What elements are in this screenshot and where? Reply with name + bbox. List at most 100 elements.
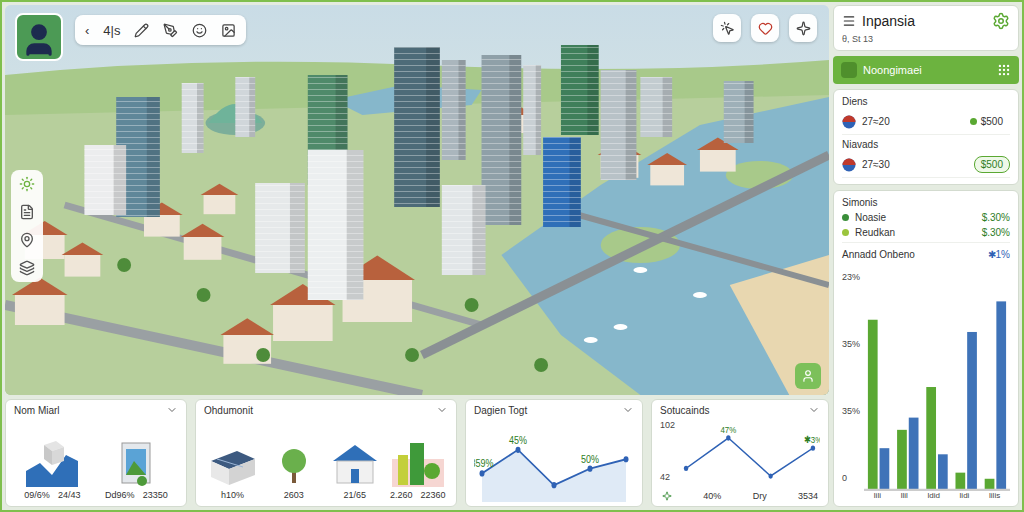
item-caption: h10% [221,490,244,500]
smile-icon[interactable] [192,23,207,38]
chart-point [588,466,593,472]
citizen-button[interactable] [795,363,821,389]
city-viewport[interactable]: ‹ 4|s [5,5,829,395]
game-screen: ‹4|sNom Miarl09/6%24/43Dd96%23350Ohdumon… [0,0,1024,512]
pin-icon[interactable] [19,232,35,248]
item-caption: Dd96% [105,490,135,500]
chart-point [811,445,815,450]
document-icon[interactable] [19,204,35,220]
chevron-icon[interactable] [808,404,820,416]
bottom-panels: Nom Miarl09/6%24/43Dd96%23350Ohdumonith1… [5,399,829,507]
bar-label: lili [874,491,881,500]
sidebar-subtitle: θ, St 13 [842,34,1010,44]
chart-bar [880,448,890,491]
axis-tick: 42 [660,472,675,482]
building-item[interactable]: Dd96%23350 [105,441,168,500]
stat-value: $.30% [982,227,1010,238]
pointer-button[interactable] [713,14,741,42]
stat-row[interactable]: Reudkan$.30% [842,227,1010,238]
footer-value: 3534 [798,491,818,501]
chart-bar [967,332,977,491]
chart-point [552,482,557,488]
sun-icon[interactable] [19,176,35,192]
footer-value: 40% [703,491,721,501]
building-item[interactable]: 21/65 [329,441,381,500]
chart-bar [909,418,919,491]
panel-icon[interactable] [842,14,856,28]
green-towers-icon [392,441,444,487]
city-scene[interactable] [5,5,829,395]
card-title: Sotucainds [660,405,709,416]
chart-point [624,456,629,462]
effects-button[interactable] [789,14,817,42]
toolbar-label: 4|s [103,23,120,38]
building-item[interactable]: 2603 [268,441,320,500]
layers-icon[interactable] [19,260,35,276]
chevron-icon[interactable] [622,404,634,416]
card-title: Dagien Togt [474,405,527,416]
axis-tick: 0 [842,473,860,483]
sidebar-banner[interactable]: Noongimaei [833,56,1019,84]
pointer-icon [720,21,735,36]
building-item[interactable]: 09/6% 24/43 [24,441,80,500]
summary-row: Annadd Onbeno✱1% [842,242,1010,264]
chart-bar [955,473,965,491]
bar-chart [864,268,1010,491]
flag-icon [842,158,856,172]
item-caption: 09/6% [24,490,50,500]
pencil-icon[interactable] [134,23,149,38]
chevron-icon[interactable] [436,404,448,416]
stats-panel: SimonisNoasie$.30%Reudkan$.30%Annadd Onb… [833,190,1019,507]
building-card[interactable]: Ohdumonith10%260321/652.26022360 [195,399,457,507]
item-sub: 24/43 [58,490,81,500]
bar-label: llil [901,491,908,500]
leaf-icon [662,491,672,501]
grid-icon[interactable] [997,63,1011,77]
badge-icon [841,62,857,78]
building-item[interactable]: 2.26022360 [390,441,446,500]
building-item[interactable]: h10% [207,441,259,500]
chevron-icon[interactable] [166,404,178,416]
chart-point [726,435,730,440]
bar-label: lidi [960,491,970,500]
favorite-button[interactable] [751,14,779,42]
back-button[interactable]: ‹ [85,23,89,38]
pen-icon[interactable] [163,23,178,38]
building-card[interactable]: Nom Miarl09/6%24/43Dd96%23350 [5,399,187,507]
prices-panel: Diens27≈20$500Niavads27≈30$500 [833,89,1019,185]
gear-icon[interactable] [992,12,1010,30]
player-avatar[interactable] [15,13,63,61]
stat-row[interactable]: Noasie$.30% [842,212,1010,223]
axis-tick: 102 [660,420,675,430]
flag-icon [842,115,856,129]
tree-icon [268,441,320,487]
trend-card[interactable]: Dagien Togt 359% 45% 50% [465,399,643,507]
footer-value: Dry [753,491,767,501]
banner-label: Noongimaei [863,64,991,76]
chart-bar [938,454,948,491]
point-label: 50% [581,453,599,465]
person-icon [801,369,815,383]
solar-building-icon [207,441,259,487]
price-row[interactable]: 27≈30$500 [842,154,1010,178]
stats-title: Simonis [842,197,1010,208]
status-dot [970,118,977,125]
image-icon[interactable] [221,23,236,38]
point-label: 45% [509,434,527,446]
status-card[interactable]: Sotucainds 102 42 47%✱3%40% Dry 3534 [651,399,829,507]
chart-point [684,466,688,471]
price-tag[interactable]: $500 [974,156,1010,173]
sparkle-icon [796,21,811,36]
summary-value: ✱1% [988,249,1010,260]
price-tag[interactable]: $500 [963,113,1010,130]
axis-tick: 35% [842,406,860,416]
chart-point [516,447,521,453]
point-label: 359% [474,457,494,469]
person-icon [20,21,58,59]
status-chart: 47%✱3% [679,416,820,490]
price-name: Diens [842,96,1010,107]
stat-name: Noasie [855,212,976,223]
axis-tick: 23% [842,272,860,282]
price-row[interactable]: 27≈20$500 [842,111,1010,135]
chart-bar [926,387,936,491]
